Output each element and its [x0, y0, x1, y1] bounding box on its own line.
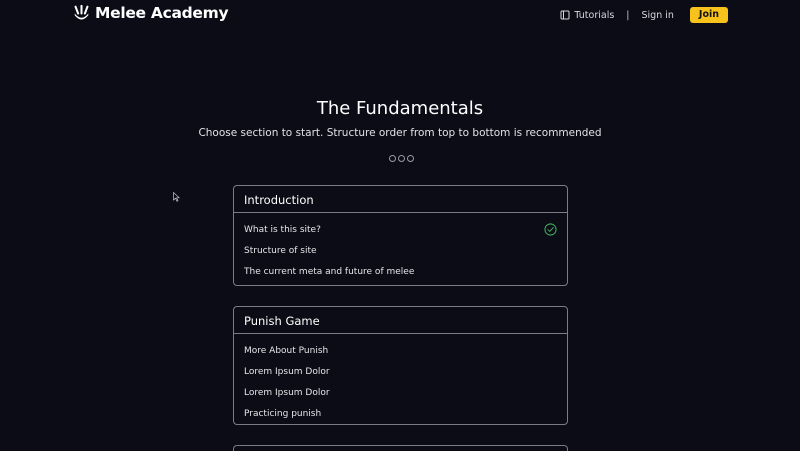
tutorials-label: Tutorials [574, 9, 615, 21]
lesson-item[interactable]: The current meta and future of melee [244, 261, 557, 282]
book-icon [560, 10, 570, 20]
section-card-punish-game: Punish Game More About Punish Lorem Ipsu… [233, 306, 568, 425]
lesson-item[interactable]: Lorem Ipsum Dolor [244, 382, 557, 403]
section-title: Introduction [234, 186, 567, 213]
pager-dot[interactable] [407, 155, 414, 162]
lesson-item[interactable]: More About Punish [244, 340, 557, 361]
section-card-introduction: Introduction What is this site? Structur… [233, 185, 568, 286]
lesson-label: Lorem Ipsum Dolor [244, 366, 330, 377]
top-nav: Melee Academy Tutorials | Sign in Join [0, 0, 800, 30]
section-card-partial [233, 445, 568, 451]
lesson-item[interactable]: Practicing punish [244, 403, 557, 424]
section-title: Punish Game [234, 307, 567, 334]
lesson-item[interactable]: Lorem Ipsum Dolor [244, 361, 557, 382]
lesson-label: Lorem Ipsum Dolor [244, 387, 330, 398]
join-button[interactable]: Join [689, 7, 728, 23]
check-circle-icon [544, 223, 557, 236]
pager-dot[interactable] [389, 155, 396, 162]
brand-name: Melee Academy [95, 4, 229, 22]
lesson-label: Structure of site [244, 245, 317, 256]
lesson-item[interactable]: What is this site? [244, 219, 557, 240]
page-subtitle: Choose section to start. Structure order… [198, 127, 602, 139]
lesson-label: More About Punish [244, 345, 329, 356]
nav-links: Tutorials | Sign in Join [560, 7, 728, 23]
tutorials-link[interactable]: Tutorials [560, 10, 614, 21]
lesson-label: What is this site? [244, 224, 321, 235]
page-title: The Fundamentals [316, 98, 484, 119]
brand-link[interactable]: Melee Academy [73, 4, 229, 22]
lesson-item[interactable]: Structure of site [244, 240, 557, 261]
lesson-label: The current meta and future of melee [244, 266, 415, 277]
nav-separator: | [626, 9, 630, 21]
mouse-cursor-icon [173, 192, 180, 202]
crown-logo-icon [74, 4, 89, 19]
signin-link[interactable]: Sign in [642, 10, 674, 21]
pager-dots [389, 155, 414, 162]
lesson-label: Practicing punish [244, 408, 322, 419]
pager-dot[interactable] [398, 155, 405, 162]
